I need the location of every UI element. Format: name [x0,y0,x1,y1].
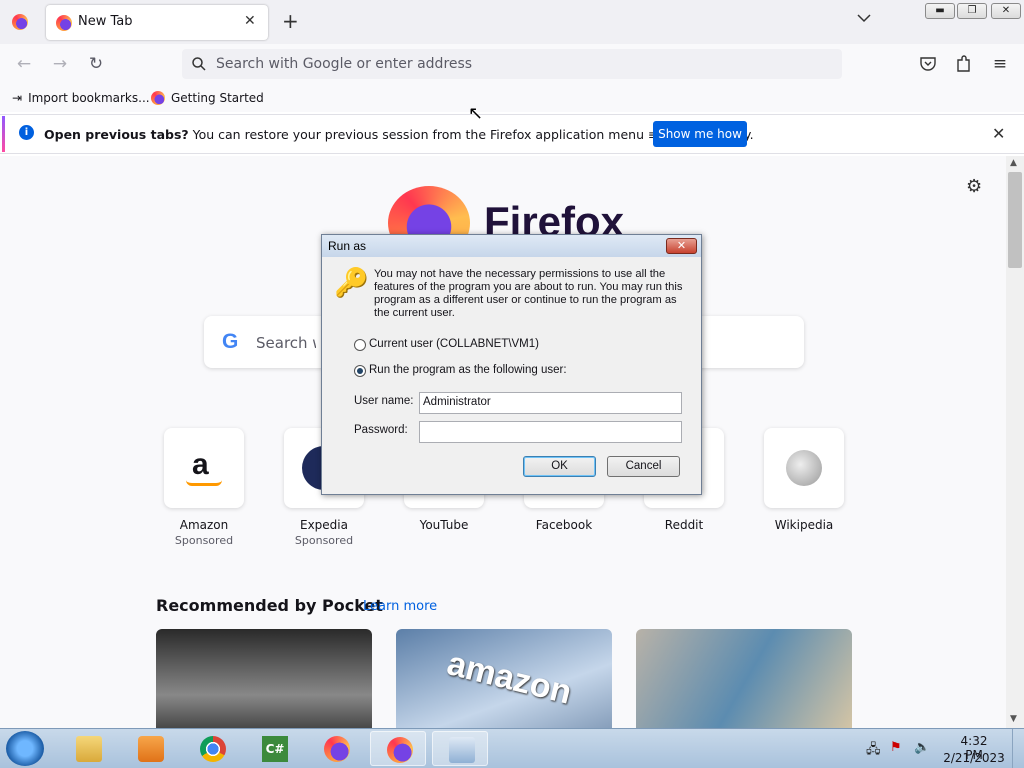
start-button[interactable] [6,731,44,766]
radio-other-user[interactable] [354,365,366,377]
address-bar[interactable]: Search with Google or enter address [182,49,842,79]
tile-label: Expedia [300,518,348,532]
scroll-up-icon[interactable]: ▲ [1010,158,1017,168]
cancel-button[interactable]: Cancel [607,456,680,477]
scroll-down-icon[interactable]: ▼ [1010,714,1017,724]
bookmark-import[interactable]: ⇥ Import bookmarks... [12,91,150,105]
dialog-close-button[interactable]: ✕ [666,238,697,254]
radio-current-user[interactable] [354,339,366,351]
minimize-button[interactable]: ▬ [925,3,955,19]
firefox-menu-icon[interactable] [12,14,28,30]
firefox-icon [151,91,165,105]
pocket-card-image[interactable]: amazon [396,629,612,739]
close-window-button[interactable]: ✕ [991,3,1021,19]
volume-icon[interactable]: 🔈 [914,740,930,755]
pocket-icon[interactable] [919,56,937,72]
pocket-card-image[interactable] [156,629,372,739]
dialog-title-bar[interactable] [322,235,701,257]
taskbar-csharp[interactable]: C# [246,731,302,766]
pocket-learn-more-link[interactable]: Learn more [363,599,437,614]
flag-icon[interactable]: ⚑ [890,740,902,755]
address-placeholder: Search with Google or enter address [216,56,473,72]
notification-accent [2,116,5,152]
import-icon: ⇥ [12,91,23,105]
taskbar-media-player[interactable] [122,731,178,766]
radio-other-user-label: Run the program as the following user: [369,364,567,376]
new-tab-button[interactable]: + [282,9,299,33]
clock-date[interactable]: 2/21/2023 [942,751,1006,765]
folder-icon [76,736,102,762]
tile-sponsored: Sponsored [174,534,234,547]
extensions-icon[interactable] [956,55,972,73]
taskbar-install[interactable] [432,731,488,766]
bookmark-label: Import bookmarks... [28,91,150,105]
dialog-message: You may not have the necessary permissio… [374,268,683,319]
taskbar-firefox[interactable] [308,731,364,766]
back-icon[interactable]: ← [14,54,34,74]
tab-title: New Tab [78,14,133,29]
firefox-icon [387,737,413,763]
info-icon: i [19,125,34,140]
tile-label: Facebook [535,518,593,532]
radio-current-user-label: Current user (COLLABNET\VM1) [369,338,539,350]
tile-wikipedia[interactable] [764,428,844,508]
close-tab-icon[interactable]: ✕ [244,13,256,29]
ok-button[interactable]: OK [523,456,596,477]
taskbar-chrome[interactable] [184,731,240,766]
chevron-down-icon[interactable] [856,10,872,26]
password-field[interactable] [419,421,682,443]
close-notification-icon[interactable]: ✕ [992,124,1005,143]
pocket-card-image[interactable] [636,629,852,739]
notification-text: Open previous tabs? You can restore your… [44,127,754,142]
gear-icon[interactable]: ⚙ [966,176,982,197]
mouse-cursor-icon: ↖ [468,103,484,124]
amazon-icon: a [192,448,209,481]
csharp-icon: C# [262,736,288,762]
notification-bold: Open previous tabs? [44,127,189,142]
show-me-how-button[interactable]: Show me how [653,121,747,147]
reload-icon[interactable]: ↻ [86,54,106,74]
firefox-icon [56,15,72,31]
tile-label: Amazon [179,518,229,532]
google-search-placeholder: Search with Google or enter address [256,334,316,352]
firefox-icon [324,736,350,762]
restore-button[interactable]: ❐ [957,3,987,19]
tab-new-tab[interactable]: New Tab ✕ [46,5,268,40]
media-icon [138,736,164,762]
keys-icon: 🔑 [334,266,369,299]
google-icon: G [222,330,239,353]
tile-sponsored: Sponsored [294,534,354,547]
search-icon [192,57,206,71]
tile-label: YouTube [419,518,469,532]
taskbar-explorer[interactable] [60,731,116,766]
tile-amazon[interactable]: a [164,428,244,508]
menu-icon[interactable]: ≡ [990,54,1010,74]
pocket-heading: Recommended by Pocket [156,596,383,615]
forward-icon[interactable]: → [50,54,70,74]
username-field[interactable]: Administrator [419,392,682,414]
network-icon[interactable]: 🖧 [866,740,881,762]
tile-label: Reddit [664,518,704,532]
bookmark-getting-started[interactable]: Getting Started [151,91,264,105]
dialog-title: Run as [328,239,367,253]
tile-label: Wikipedia [774,518,834,532]
amazon-smile [186,480,222,486]
chrome-icon [200,736,226,762]
scrollbar-thumb[interactable] [1008,172,1022,268]
wikipedia-icon [786,450,822,486]
amazon-sign-text: amazon [443,644,576,712]
show-desktop-button[interactable] [1012,729,1024,768]
bookmark-label: Getting Started [171,91,264,105]
installer-icon [449,737,475,763]
username-label: User name: [354,395,414,407]
taskbar-firefox-active[interactable] [370,731,426,766]
password-label: Password: [354,424,408,436]
